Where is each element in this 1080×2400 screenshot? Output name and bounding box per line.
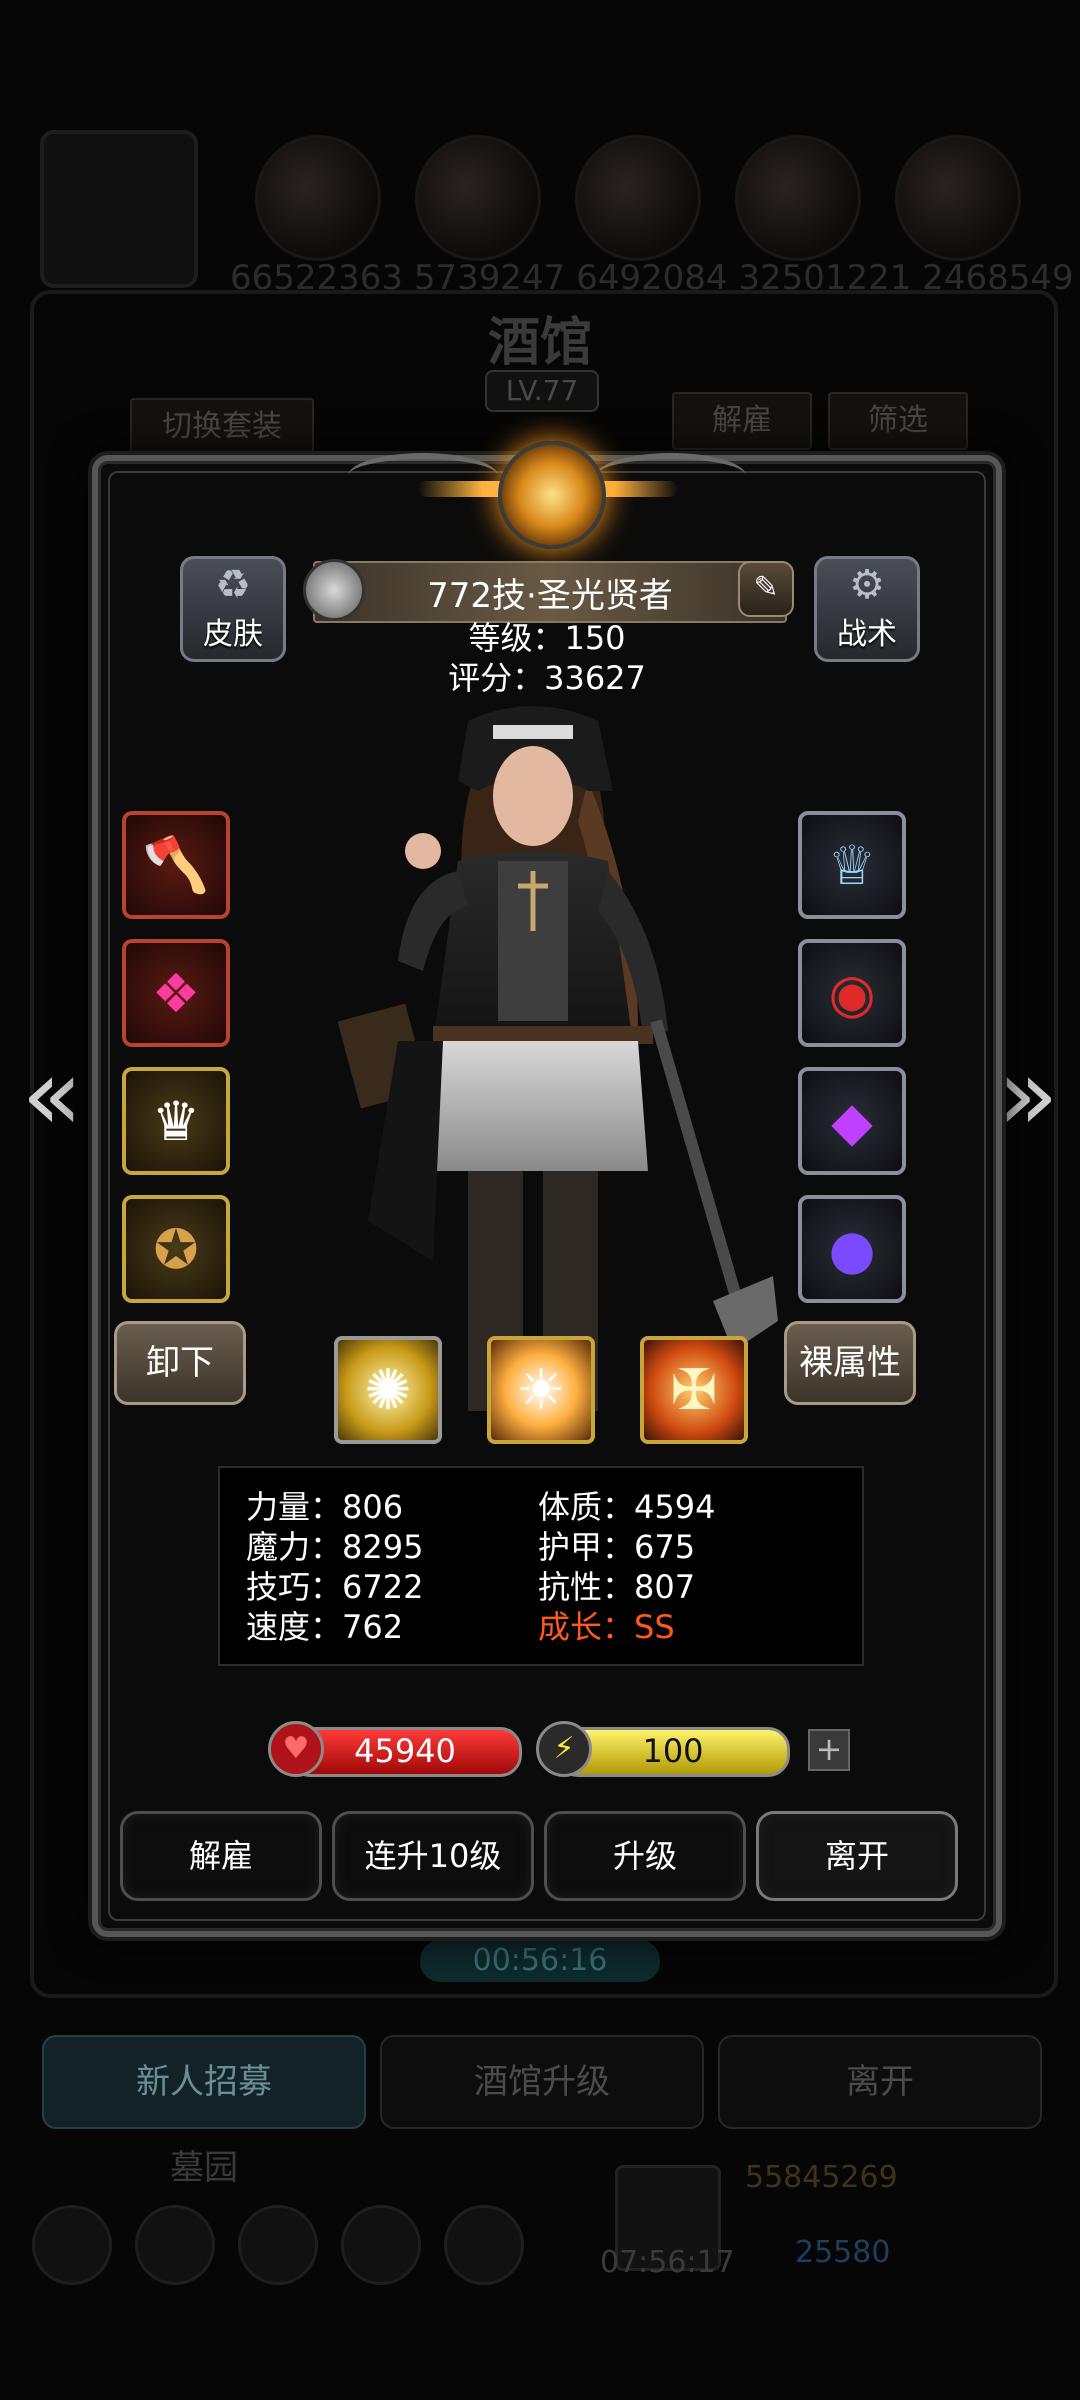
- tavern-title: 酒馆: [487, 312, 592, 373]
- edit-name-icon[interactable]: ✎: [738, 561, 794, 617]
- equip-orb-slot[interactable]: ●: [798, 1195, 906, 1303]
- heart-icon: ♥: [268, 1721, 324, 1777]
- medal-icon[interactable]: [303, 559, 365, 621]
- bottom-nav-icon-1[interactable]: [32, 2205, 112, 2285]
- tavern-level: LV.77: [485, 370, 599, 412]
- bg-leave-button[interactable]: 离开: [718, 2035, 1042, 2129]
- crest-emblem-icon: [498, 441, 606, 549]
- axe-icon: 🪓: [142, 833, 210, 896]
- skill-slot-2[interactable]: ☀: [487, 1336, 595, 1444]
- equip-helmet-slot[interactable]: ♛: [122, 1067, 230, 1175]
- equip-gem-slot[interactable]: ◆: [798, 1067, 906, 1175]
- avatar[interactable]: [40, 130, 198, 288]
- tiara-icon: ♕: [827, 833, 877, 897]
- stats-box: 力量：806 魔力：8295 技巧：6722 速度：762 体质：4594 护甲…: [218, 1466, 864, 1666]
- bg-dismiss-button[interactable]: 解雇: [672, 392, 812, 450]
- menu-icon-1[interactable]: [255, 135, 381, 261]
- switch-set-button[interactable]: 切换套装: [130, 398, 314, 456]
- hero-name: 772技·圣光贤者: [427, 575, 673, 616]
- graveyard-label[interactable]: 墓园: [170, 2140, 238, 2189]
- equip-tiara-slot[interactable]: ♕: [798, 811, 906, 919]
- naked-attributes-button[interactable]: 裸属性: [784, 1321, 916, 1405]
- bottom-nav-icon-4[interactable]: [341, 2205, 421, 2285]
- holy-sun-icon: ☀: [515, 1357, 567, 1423]
- recruit-timer: 00:56:16: [420, 1940, 660, 1982]
- add-energy-icon[interactable]: +: [808, 1729, 850, 1771]
- skill-slot-1[interactable]: ✺: [334, 1336, 442, 1444]
- bottom-nav-icon-3[interactable]: [238, 2205, 318, 2285]
- tavern-upgrade-button[interactable]: 酒馆升级: [380, 2035, 704, 2129]
- menu-icon-5[interactable]: [895, 135, 1021, 261]
- light-burst-icon: ✺: [364, 1357, 412, 1423]
- bottom-nav-icon-2[interactable]: [135, 2205, 215, 2285]
- menu-icon-4[interactable]: [735, 135, 861, 261]
- dismiss-button[interactable]: 解雇: [120, 1811, 322, 1901]
- unload-button[interactable]: 卸下: [114, 1321, 246, 1405]
- upgrade-button[interactable]: 升级: [544, 1811, 746, 1901]
- equip-necklace-slot[interactable]: ✪: [122, 1195, 230, 1303]
- hero-detail-panel: ♻ 皮肤 ⚙ 战术 772技·圣光贤者 ✎ 等级：150 评分：33627 🪓 …: [92, 441, 1002, 1937]
- menu-icon-2[interactable]: [415, 135, 541, 261]
- gold-count: 55845269: [745, 2160, 898, 2195]
- stat-growth: 成长：SS: [538, 1608, 675, 1646]
- equip-ring-slot[interactable]: ◉: [798, 939, 906, 1047]
- armor-icon: ❖: [151, 961, 201, 1025]
- stat-speed: 速度：762: [246, 1608, 404, 1646]
- orb-icon: ●: [828, 1217, 876, 1281]
- amulet-icon: ✪: [153, 1217, 199, 1281]
- previous-hero-arrow-icon[interactable]: «: [12, 1045, 92, 1145]
- chest-timer: 07:56:17: [600, 2245, 735, 2280]
- ring-icon: ◉: [828, 961, 876, 1025]
- recruit-button[interactable]: 新人招募: [42, 2035, 366, 2129]
- upgrade-10-button[interactable]: 连升10级: [332, 1811, 534, 1901]
- equip-armor-slot[interactable]: ❖: [122, 939, 230, 1047]
- leave-button[interactable]: 离开: [756, 1811, 958, 1901]
- gem-count: 25580: [795, 2235, 891, 2270]
- holy-shield-icon: ✠: [670, 1357, 718, 1423]
- shirt-icon: ♻: [215, 562, 251, 608]
- menu-icon-3[interactable]: [575, 135, 701, 261]
- gear-icon: ⚙: [849, 562, 885, 608]
- skill-slot-3[interactable]: ✠: [640, 1336, 748, 1444]
- hero-score: 评分：33627: [448, 659, 646, 697]
- resource-numbers: 66522363 5739247 6492084 32501221 246854…: [230, 258, 1074, 298]
- equip-weapon-slot[interactable]: 🪓: [122, 811, 230, 919]
- bottom-nav-icon-5[interactable]: [444, 2205, 524, 2285]
- lightning-icon: ⚡: [536, 1721, 592, 1777]
- gem-icon: ◆: [831, 1089, 873, 1153]
- filter-button[interactable]: 筛选: [828, 392, 968, 450]
- crown-icon: ♛: [151, 1089, 201, 1153]
- hero-portrait: [338, 706, 778, 1411]
